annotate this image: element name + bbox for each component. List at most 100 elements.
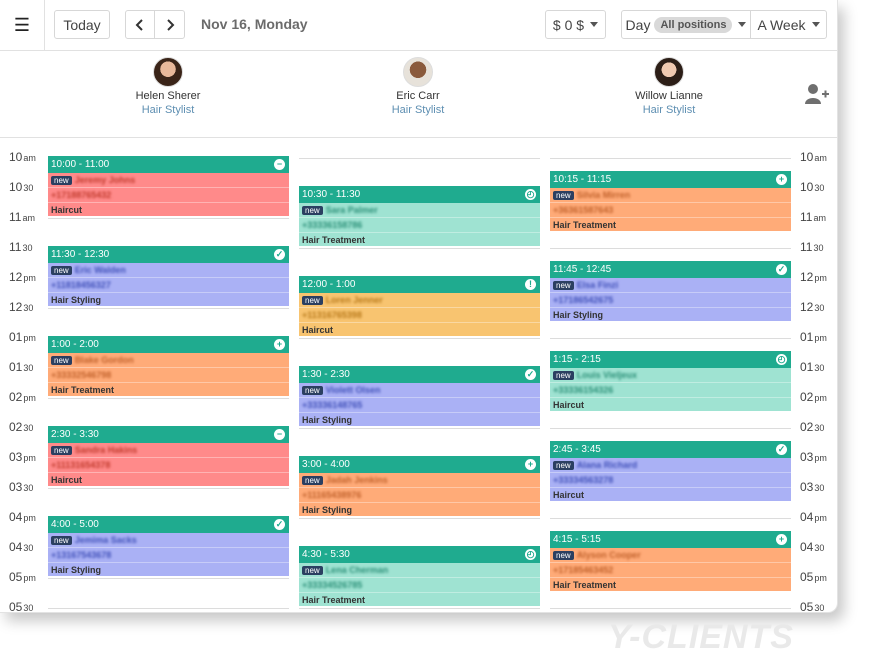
client-name-row: new Violett Olsen <box>299 383 540 398</box>
grid-line <box>299 158 540 159</box>
time-label: 01pm <box>9 330 36 344</box>
grid-line <box>550 248 791 249</box>
appointment-time: 4:00 - 5:00 ✓ <box>48 516 289 533</box>
time-hour: 12 <box>9 270 23 284</box>
appointment-card[interactable]: 11:30 - 12:30 ✓ new Eric Walden +11818456327… <box>48 246 289 306</box>
time-label: 0230 <box>9 420 33 434</box>
appointment-time: 10:30 - 11:30 ◴ <box>299 186 540 203</box>
plus-icon[interactable]: + <box>776 534 787 545</box>
client-phone: +11818456327 <box>51 280 111 290</box>
staff-card[interactable]: Willow Lianne Hair Stylist <box>589 57 749 116</box>
add-staff-button[interactable] <box>805 83 829 110</box>
appointment-time: 3:00 - 4:00 + <box>299 456 540 473</box>
appointment-card[interactable]: 2:45 - 3:45 ✓ new Alana Richard +33334563278… <box>550 441 791 501</box>
new-badge: new <box>302 296 323 305</box>
appointment-card[interactable]: 10:15 - 11:15 + new Silvia Mirren +363615876… <box>550 171 791 231</box>
time-hour: 11 <box>800 210 813 224</box>
time-hour: 10 <box>9 180 23 194</box>
service-row: Haircut <box>48 203 289 216</box>
client-phone-row: +33336154326 <box>550 383 791 398</box>
revenue-dropdown[interactable]: $ 0 $ <box>545 10 606 39</box>
minus-icon[interactable]: − <box>274 429 285 440</box>
minus-icon[interactable]: − <box>274 159 285 170</box>
time-suffix: pm <box>23 333 36 343</box>
time-suffix: am <box>814 153 827 163</box>
plus-icon[interactable]: + <box>274 339 285 350</box>
appointment-card[interactable]: 1:00 - 2:00 + new Blake Gordon +33332546798 H… <box>48 336 289 396</box>
appointment-time-text: 11:45 - 12:45 <box>553 264 612 275</box>
client-name: Loren Jenner <box>325 295 383 305</box>
check-icon[interactable]: ✓ <box>776 264 787 275</box>
staff-card[interactable]: Helen Sherer Hair Stylist <box>88 57 248 116</box>
time-suffix: 30 <box>814 483 825 493</box>
appointment-card[interactable]: 1:15 - 2:15 ◴ new Louis Vieljeux +3333615432… <box>550 351 791 411</box>
client-phone-row: +33336148765 <box>299 398 540 413</box>
add-user-icon <box>805 84 829 104</box>
check-icon[interactable]: ✓ <box>274 519 285 530</box>
view-positions-dropdown[interactable]: Day All positions <box>621 10 751 39</box>
grid-line <box>299 428 540 429</box>
time-hour: 02 <box>800 390 814 404</box>
appointment-card[interactable]: 4:30 - 5:30 ◴ new Lena Cherman +33334526785 H… <box>299 546 540 606</box>
appointment-card[interactable]: 1:30 - 2:30 ✓ new Violett Olsen +33336148765… <box>299 366 540 426</box>
staff-header: Helen Sherer Hair Stylist Eric Carr Hair… <box>0 51 837 138</box>
next-day-button[interactable] <box>154 10 185 39</box>
toolbar: ☰ Today Nov 16, Monday $ 0 $ Day All pos… <box>0 0 837 51</box>
client-name-row: new Jeremy Johns <box>48 173 289 188</box>
clock-icon[interactable]: ◴ <box>776 354 787 365</box>
time-label: 1230 <box>800 300 824 314</box>
check-icon[interactable]: ✓ <box>525 369 536 380</box>
time-label: 1130 <box>9 240 32 254</box>
staff-card[interactable]: Eric Carr Hair Stylist <box>338 57 498 116</box>
appointment-card[interactable]: 10:00 - 11:00 − new Jeremy Johns +1718876543… <box>48 156 289 216</box>
time-hour: 03 <box>800 480 814 494</box>
check-icon[interactable]: ✓ <box>274 249 285 260</box>
time-hour: 01 <box>9 330 23 344</box>
client-phone: +33332546798 <box>51 370 112 380</box>
appointment-card[interactable]: 10:30 - 11:30 ◴ new Sara Palmer +33336158786… <box>299 186 540 246</box>
exclamation-icon[interactable]: ! <box>525 279 536 290</box>
appointment-card[interactable]: 12:00 - 1:00! new Loren Jenner +11316765398… <box>299 276 540 336</box>
appointment-card[interactable]: 2:30 - 3:30 − new Sandra Hakins +11131654378… <box>48 426 289 486</box>
plus-icon[interactable]: + <box>776 174 787 185</box>
client-name: Violett Olsen <box>325 385 381 395</box>
service-name: Haircut <box>553 490 585 500</box>
time-hour: 04 <box>800 510 814 524</box>
appointment-card[interactable]: 4:15 - 5:15 + new Alyson Cooper +17185463452… <box>550 531 791 591</box>
client-phone-row: +17185463452 <box>550 563 791 578</box>
client-phone: +33336148765 <box>302 400 363 410</box>
hamburger-menu-icon[interactable]: ☰ <box>0 0 45 50</box>
positions-filter[interactable]: All positions <box>654 16 733 33</box>
time-label: 03pm <box>9 450 36 464</box>
time-label: 0330 <box>800 480 824 494</box>
client-name-row: new Loren Jenner <box>299 293 540 308</box>
prev-day-button[interactable] <box>125 10 155 39</box>
time-hour: 05 <box>9 600 23 613</box>
time-suffix: 30 <box>23 543 34 553</box>
new-badge: new <box>51 356 72 365</box>
appointment-card[interactable]: 4:00 - 5:00 ✓ new Jemima Sacks +13167543678 H… <box>48 516 289 576</box>
service-row: Hair Treatment <box>550 578 791 591</box>
appointment-card[interactable]: 3:00 - 4:00 + new Jadah Jenkins +11165438976… <box>299 456 540 516</box>
plus-icon[interactable]: + <box>525 459 536 470</box>
time-suffix: am <box>22 213 35 223</box>
avatar <box>654 57 684 87</box>
client-phone-row: +17186542675 <box>550 293 791 308</box>
client-name: Alyson Cooper <box>576 550 641 560</box>
client-name-row: new Louis Vieljeux <box>550 368 791 383</box>
appointment-card[interactable]: 11:45 - 12:45 ✓ new Elsa Finzi +17186542675 H… <box>550 261 791 321</box>
today-button[interactable]: Today <box>54 10 110 39</box>
clock-icon[interactable]: ◴ <box>525 189 536 200</box>
service-row: Hair Styling <box>299 503 540 516</box>
caret-down-icon <box>590 22 599 27</box>
time-label: 03pm <box>800 450 827 464</box>
time-suffix: pm <box>814 333 827 343</box>
time-suffix: 30 <box>814 603 825 613</box>
time-hour: 04 <box>9 510 23 524</box>
clock-icon[interactable]: ◴ <box>525 549 536 560</box>
check-icon[interactable]: ✓ <box>776 444 787 455</box>
time-hour: 05 <box>9 570 23 584</box>
range-dropdown[interactable]: A Week <box>750 10 827 39</box>
client-phone-row: +33334563278 <box>550 473 791 488</box>
time-label: 1230 <box>9 300 33 314</box>
